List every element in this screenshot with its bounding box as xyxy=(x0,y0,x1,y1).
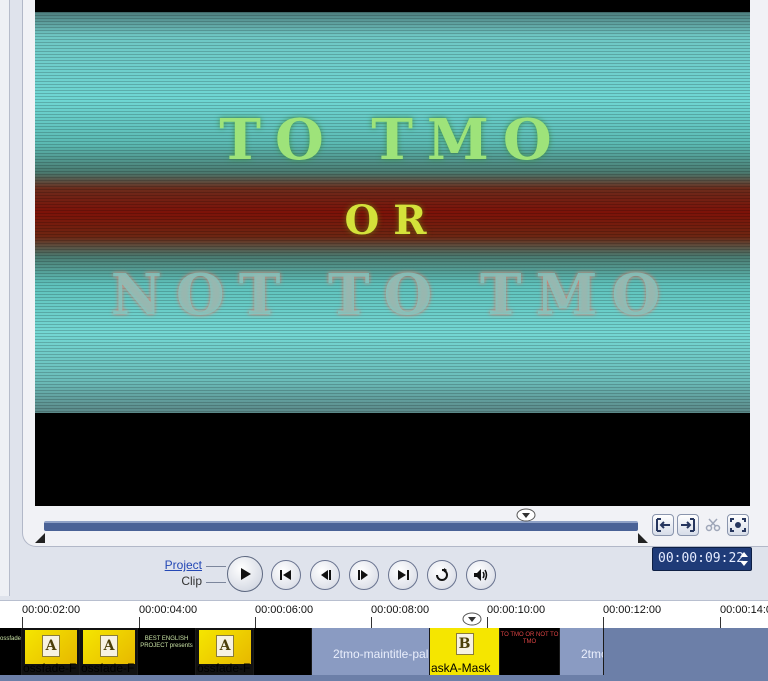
timeline-clip[interactable]: ossfade xyxy=(0,628,22,675)
play-icon xyxy=(241,568,251,580)
previous-frame-icon xyxy=(321,570,331,580)
clip-thumbnail-text: BEST ENGLISH PROJECT presents xyxy=(140,636,193,649)
timeline-clip[interactable]: A ossfade-F xyxy=(80,628,138,675)
timeline-clip[interactable]: 2tmo-maintitle-pal xyxy=(312,628,430,675)
ruler-label: 00:00:08:00 xyxy=(371,604,430,616)
clip-label: ossfade-F xyxy=(81,661,135,675)
project-mode-link[interactable]: Project xyxy=(150,558,202,572)
transition-badge-icon: A xyxy=(42,635,60,657)
ruler-tick xyxy=(371,617,372,628)
clip-label: askA-Mask xyxy=(431,661,491,675)
clip-thumbnail-text: ossfade xyxy=(0,636,22,642)
timeline-clip[interactable] xyxy=(254,628,312,675)
clip-label: ossfade-F xyxy=(23,661,77,675)
ruler-label: 00:00:04:00 xyxy=(139,604,198,616)
preview-screen: TO TMO OR NOT TO TMO xyxy=(35,0,750,506)
transition-badge-icon: A xyxy=(216,635,234,657)
timecode-down-icon[interactable] xyxy=(740,561,748,566)
home-button[interactable] xyxy=(271,560,301,590)
mark-in-icon xyxy=(656,518,670,532)
repeat-button[interactable] xyxy=(427,560,457,590)
trim-end-icon[interactable] xyxy=(638,533,648,543)
ruler-tick xyxy=(487,617,488,628)
ruler-label: 00:00:10:00 xyxy=(487,604,546,616)
timeline-clip[interactable]: B askA-Mask xyxy=(430,628,500,675)
clip-mode-connector xyxy=(206,582,226,583)
ruler-tick xyxy=(720,617,721,628)
clip-thumbnail: A xyxy=(25,630,77,664)
video-track[interactable]: ossfade A ossfade-F A ossfade-F BEST ENG… xyxy=(0,628,768,681)
preview-title-line-1: TO TMO xyxy=(219,107,566,173)
ruler-tick xyxy=(139,617,140,628)
end-button[interactable] xyxy=(388,560,418,590)
skip-to-end-icon xyxy=(398,570,409,580)
clip-mode-link[interactable]: Clip xyxy=(150,574,202,588)
project-mode-connector xyxy=(206,566,226,567)
scissors-icon xyxy=(705,518,721,532)
transition-badge-icon: A xyxy=(100,635,118,657)
timeline-clip[interactable]: TO TMO OR NOT TO TMO xyxy=(500,628,560,675)
ruler-tick xyxy=(255,617,256,628)
enlarge-preview-button[interactable] xyxy=(727,514,749,536)
timeline-playhead-icon[interactable] xyxy=(462,612,482,626)
trim-start-icon[interactable] xyxy=(35,533,45,543)
timeline-clip[interactable]: A ossfade-F xyxy=(196,628,254,675)
timecode-up-icon[interactable] xyxy=(740,552,748,557)
transition-badge-icon: B xyxy=(455,633,474,655)
skip-to-start-icon xyxy=(280,570,291,580)
clip-thumbnail: A xyxy=(199,630,251,664)
timeline-clip[interactable]: 2tmo xyxy=(560,628,604,675)
volume-button[interactable] xyxy=(466,560,496,590)
clip-label: 2tmo xyxy=(581,647,603,661)
enlarge-icon xyxy=(730,518,746,532)
timecode-display[interactable]: 00:00:09:22 xyxy=(652,547,752,571)
ruler-label: 00:00:12:00 xyxy=(603,604,662,616)
next-frame-button[interactable] xyxy=(349,560,379,590)
clip-thumbnail: A xyxy=(83,630,135,664)
ruler-label: 00:00:06:00 xyxy=(255,604,314,616)
ruler-tick xyxy=(22,617,23,628)
play-button[interactable] xyxy=(227,556,263,592)
timeline-clip[interactable]: A ossfade-F xyxy=(22,628,80,675)
repeat-icon xyxy=(436,568,448,581)
ruler-label: 00:00:14:00 xyxy=(720,604,768,616)
timeline-ruler[interactable]: 00:00:02:00 00:00:04:00 00:00:06:00 00:0… xyxy=(0,600,768,628)
video-frame: TO TMO OR NOT TO TMO xyxy=(35,12,750,413)
scrub-bar[interactable] xyxy=(44,521,638,531)
mark-in-button[interactable] xyxy=(652,514,674,536)
speaker-icon xyxy=(474,569,488,581)
clip-thumbnail-text: TO TMO OR NOT TO TMO xyxy=(500,632,559,645)
previous-frame-button[interactable] xyxy=(310,560,340,590)
timecode-value: 00:00:09:22 xyxy=(658,551,745,566)
clip-label: 2tmo-maintitle-pal xyxy=(333,647,429,661)
mark-out-icon xyxy=(681,518,695,532)
scrub-handle-icon[interactable] xyxy=(516,508,536,522)
left-panel-edge xyxy=(0,0,10,596)
preview-title-line-2: OR xyxy=(344,197,441,244)
ruler-label: 00:00:02:00 xyxy=(22,604,81,616)
split-clip-button[interactable] xyxy=(702,514,724,536)
ruler-tick xyxy=(603,617,604,628)
timeline-clip[interactable]: BEST ENGLISH PROJECT presents xyxy=(138,628,196,675)
preview-title-line-3: NOT TO TMO xyxy=(110,262,675,328)
next-frame-icon xyxy=(358,570,368,580)
clip-label: ossfade-F xyxy=(197,661,251,675)
mark-out-button[interactable] xyxy=(677,514,699,536)
